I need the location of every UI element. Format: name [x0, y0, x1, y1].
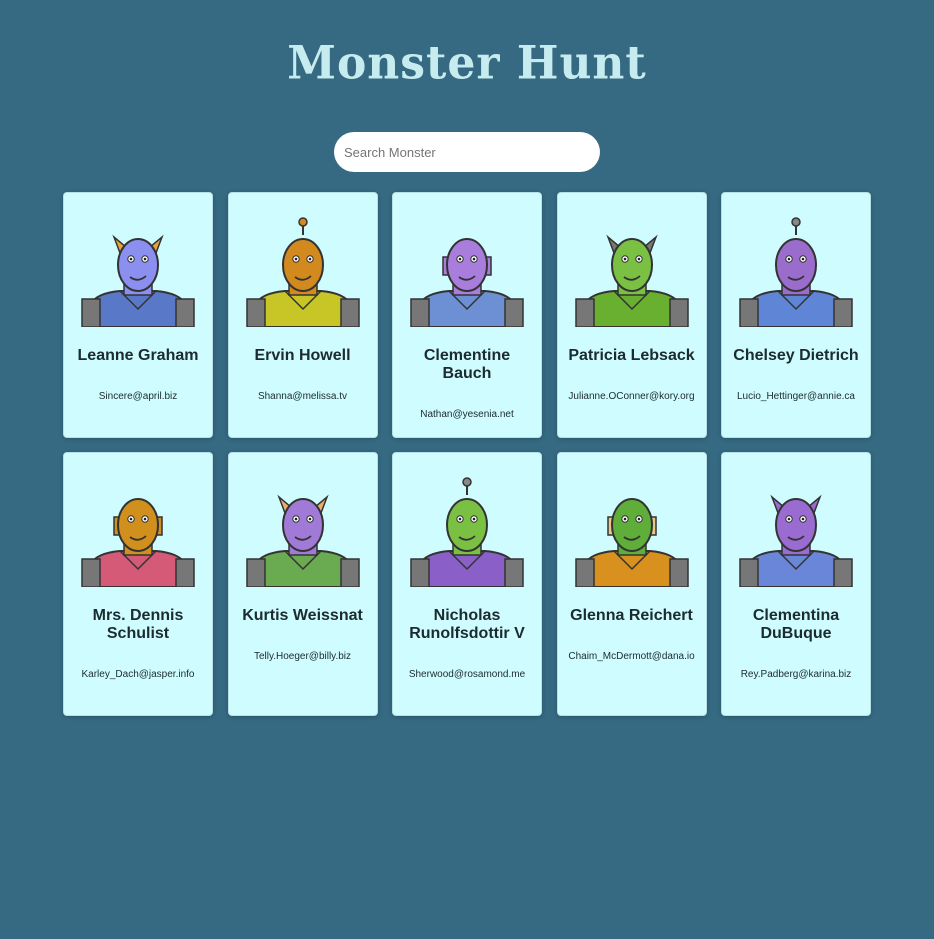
monster-email: Telly.Hoeger@billy.biz — [253, 651, 352, 662]
monster-name: Leanne Graham — [77, 347, 199, 364]
monster-name: Clementine Bauch — [423, 347, 511, 382]
monster-avatar — [558, 473, 706, 587]
monster-email: Karley_Dach@jasper.info — [81, 669, 195, 680]
monster-avatar — [558, 213, 706, 327]
monster-card[interactable]: Clementina DuBuque Rey.Padberg@karina.biz — [721, 452, 871, 716]
monster-avatar — [393, 213, 541, 327]
monster-card[interactable]: Mrs. Dennis Schulist Karley_Dach@jasper.i… — [63, 452, 213, 716]
monster-name: Nicholas Runolfsdottir V — [409, 607, 525, 642]
monster-avatar — [393, 473, 541, 587]
monster-card[interactable]: Ervin Howell Shanna@melissa.tv — [227, 192, 378, 438]
monster-email: Chaim_McDermott@dana.io — [568, 651, 695, 662]
monster-name: Glenna Reichert — [570, 607, 693, 624]
monster-name: Ervin Howell — [254, 347, 351, 364]
monster-avatar — [229, 473, 377, 587]
monster-card[interactable]: Kurtis Weissnat Telly.Hoeger@billy.biz — [227, 452, 378, 716]
monster-email: Shanna@melissa.tv — [257, 391, 348, 402]
monster-avatar — [64, 473, 212, 587]
monster-name: Mrs. Dennis Schulist — [92, 607, 184, 642]
monster-name: Chelsey Dietrich — [733, 347, 859, 364]
monster-email: Nathan@yesenia.net — [420, 409, 514, 420]
monster-card[interactable]: Nicholas Runolfsdottir V Sherwood@rosamon… — [392, 452, 542, 716]
monster-grid: Leanne Graham Sincere@april.biz Ervin How… — [63, 192, 871, 716]
monster-email: Lucio_Hettinger@annie.ca — [736, 391, 855, 402]
monster-email: Rey.Padberg@karina.biz — [740, 669, 852, 680]
monster-name: Patricia Lebsack — [568, 347, 695, 364]
monster-avatar — [64, 213, 212, 327]
page-title: Monster Hunt — [287, 36, 647, 91]
monster-avatar — [229, 213, 377, 327]
monster-card[interactable]: Leanne Graham Sincere@april.biz — [63, 192, 213, 438]
monster-card[interactable]: Chelsey Dietrich Lucio_Hettinger@annie.ca — [721, 192, 871, 438]
monster-card[interactable]: Patricia Lebsack Julianne.OConner@kory.or… — [556, 192, 707, 438]
monster-email: Julianne.OConner@kory.org — [568, 391, 695, 402]
monster-email: Sherwood@rosamond.me — [408, 669, 526, 680]
monster-name: Kurtis Weissnat — [242, 607, 363, 624]
monster-avatar — [722, 473, 870, 587]
monster-email: Sincere@april.biz — [98, 391, 178, 402]
monster-avatar — [722, 213, 870, 327]
monster-card[interactable]: Clementine Bauch Nathan@yesenia.net — [392, 192, 542, 438]
monster-name: Clementina DuBuque — [752, 607, 840, 642]
monster-card[interactable]: Glenna Reichert Chaim_McDermott@dana.io — [556, 452, 707, 716]
search-input[interactable] — [334, 132, 600, 172]
